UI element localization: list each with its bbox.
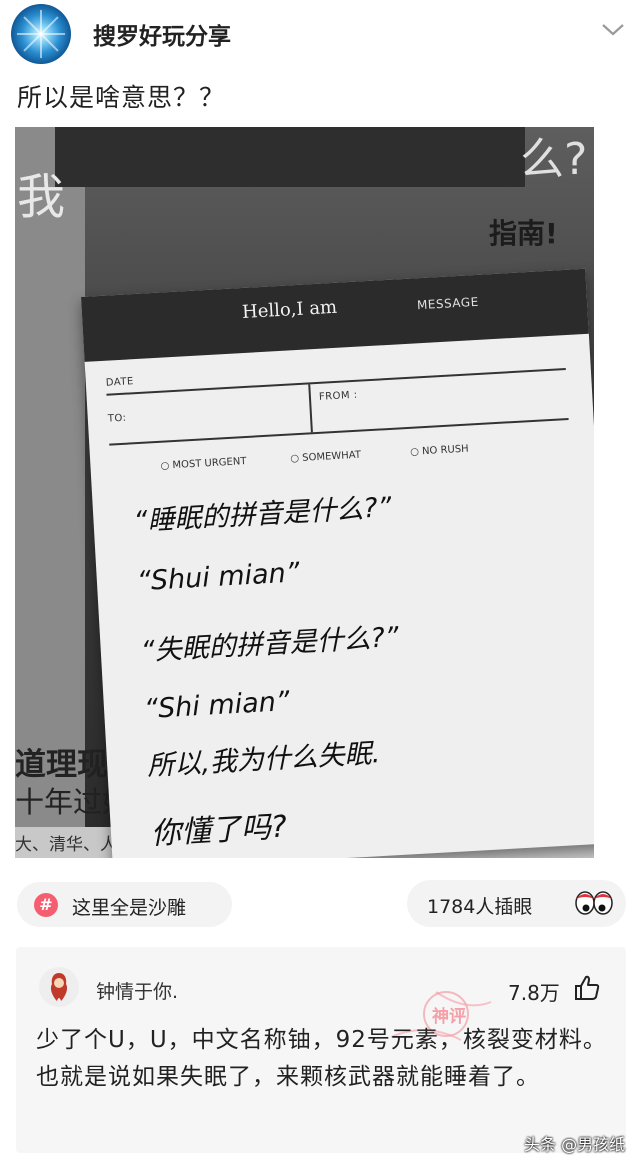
handwriting-line: 你懂了吗?	[150, 809, 288, 852]
note-option-1: ○ MOST URGENT	[160, 456, 247, 472]
comment-body: 少了个U，U，中文名称铀，92号元素，核裂变材料。也就是说如果失眠了，来颗核武器…	[36, 1027, 607, 1090]
hashtag-icon: #	[34, 893, 58, 917]
source-watermark: 头条 @男孩纸	[524, 1135, 626, 1154]
background-text-right-big: 么?	[520, 134, 588, 185]
background-text-right-title: 指南!	[489, 217, 558, 250]
post-photo[interactable]: 我 么? 指南! 道理现 十年过好了，你就赢了! 大、清华、人大等高校师生欢迎的…	[15, 127, 594, 858]
thumbs-up-icon[interactable]	[573, 974, 601, 1002]
top-comment: 钟情于你. 神评 7.8万 少了个U，U，中文名称铀，92号元素，核裂变材料。也…	[16, 947, 626, 1153]
handwriting-line: “失眠的拼音是什么?”	[140, 621, 400, 668]
commenter-name[interactable]: 钟情于你.	[96, 977, 178, 1004]
topic-tag-label: 这里全是沙雕	[72, 897, 187, 919]
topic-tag[interactable]: # 这里全是沙雕	[17, 882, 232, 927]
note-option-3: ○ NO RUSH	[409, 443, 469, 458]
account-name[interactable]: 搜罗好玩分享	[93, 17, 231, 51]
handwriting-line: “Shi mian”	[143, 686, 291, 726]
reaction-button[interactable]: 1784人插眼	[407, 880, 626, 927]
eyes-emoji-icon	[575, 891, 613, 915]
note-from-label: FROM :	[318, 389, 358, 403]
handwriting-line: “睡眠的拼音是什么?”	[132, 492, 393, 538]
comment-like-count: 7.8万	[508, 981, 560, 1005]
post-header: 搜罗好玩分享	[0, 0, 640, 66]
reaction-count: 1784人插眼	[427, 896, 533, 918]
note-date-label: DATE	[105, 376, 135, 389]
commenter-avatar[interactable]	[39, 967, 79, 1007]
background-text-bottom-1: 道理现	[15, 747, 108, 783]
handwriting-line: 所以,我为什么失眠.	[146, 738, 381, 783]
post-text: 所以是啥意思？？	[17, 83, 226, 112]
memo-note: Hello,I am MESSAGE DATE TO: FROM : ○ MOS…	[81, 268, 594, 858]
chevron-down-icon[interactable]	[600, 20, 626, 40]
note-to-label: TO:	[107, 412, 127, 425]
account-avatar[interactable]	[11, 4, 71, 64]
handwriting-line: “Shui mian”	[136, 557, 301, 598]
note-option-2: ○ SOMEWHAT	[290, 449, 362, 465]
background-text-left: 我	[17, 169, 66, 225]
